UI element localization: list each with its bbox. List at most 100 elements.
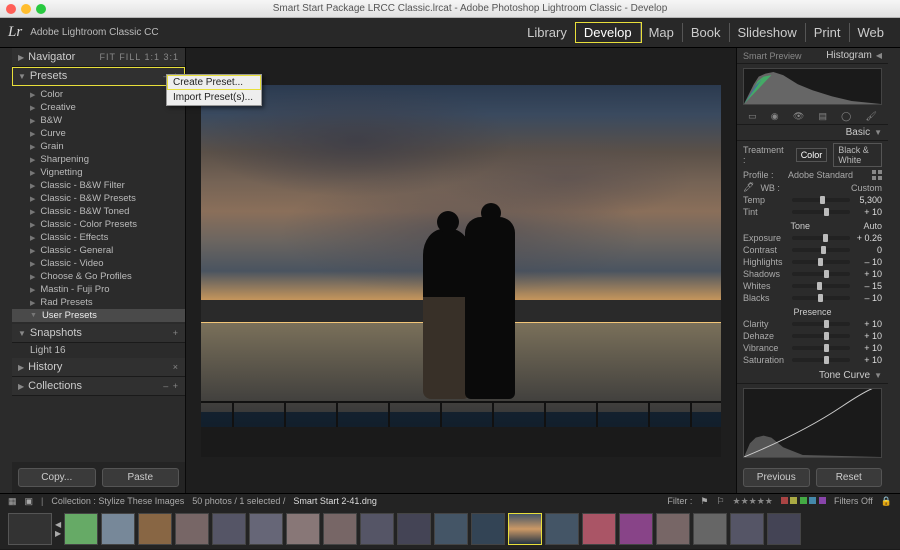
previous-button[interactable]: Previous bbox=[743, 468, 810, 487]
image-preview[interactable] bbox=[201, 85, 721, 457]
color-label-filter[interactable] bbox=[781, 496, 826, 506]
module-map[interactable]: Map bbox=[641, 23, 683, 42]
module-print[interactable]: Print bbox=[806, 23, 850, 42]
import-presets-item[interactable]: Import Preset(s)... bbox=[167, 90, 261, 105]
star-filter-icon[interactable]: ★★★★★ bbox=[733, 496, 773, 507]
history-header[interactable]: History × bbox=[12, 358, 185, 377]
view-mode-1-icon[interactable]: ▦ bbox=[8, 496, 17, 507]
crop-tool-icon[interactable]: ▭ bbox=[748, 111, 757, 122]
preset-folder[interactable]: Classic - Video bbox=[12, 257, 185, 270]
preset-folder[interactable]: Classic - Color Presets bbox=[12, 218, 185, 231]
slider-shadows[interactable]: Shadows+ 10 bbox=[737, 268, 888, 280]
filmstrip[interactable]: ◀▶ bbox=[0, 508, 900, 550]
slider-exposure[interactable]: Exposure+ 0.26 bbox=[737, 232, 888, 244]
preset-folder[interactable]: Classic - B&W Filter bbox=[12, 179, 185, 192]
filmstrip-nav[interactable]: ◀▶ bbox=[55, 521, 61, 538]
snapshot-item[interactable]: Light 16 bbox=[12, 343, 185, 358]
histogram-display[interactable] bbox=[743, 68, 882, 105]
filmstrip-thumb[interactable] bbox=[434, 513, 468, 545]
filmstrip-thumb[interactable] bbox=[545, 513, 579, 545]
filmstrip-thumb[interactable] bbox=[619, 513, 653, 545]
preset-folder[interactable]: Vignetting bbox=[12, 166, 185, 179]
preset-folder[interactable]: Grain bbox=[12, 140, 185, 153]
basic-header[interactable]: Basic ▼ bbox=[737, 125, 888, 141]
treatment-color[interactable]: Color bbox=[796, 148, 828, 162]
preset-folder[interactable]: B&W bbox=[12, 114, 185, 127]
module-book[interactable]: Book bbox=[683, 23, 730, 42]
slider-tint[interactable]: Tint+ 10 bbox=[737, 206, 888, 218]
flag-filter-icon[interactable]: ⚑ bbox=[700, 496, 708, 507]
close-window-icon[interactable] bbox=[6, 4, 16, 14]
slider-whites[interactable]: Whites– 15 bbox=[737, 280, 888, 292]
slider-track[interactable] bbox=[792, 248, 850, 252]
radial-tool-icon[interactable]: ◯ bbox=[841, 111, 851, 122]
slider-blacks[interactable]: Blacks– 10 bbox=[737, 292, 888, 304]
redeye-tool-icon[interactable]: 👁 bbox=[793, 111, 804, 122]
filmstrip-thumb-selected[interactable] bbox=[508, 513, 542, 545]
secondary-display-thumb[interactable] bbox=[8, 513, 52, 545]
paste-button[interactable]: Paste bbox=[102, 468, 180, 487]
histogram-title[interactable]: Histogram bbox=[826, 50, 872, 61]
filmstrip-thumb[interactable] bbox=[656, 513, 690, 545]
reset-button[interactable]: Reset bbox=[816, 468, 883, 487]
module-library[interactable]: Library bbox=[519, 23, 576, 42]
filmstrip-thumb[interactable] bbox=[101, 513, 135, 545]
module-develop[interactable]: Develop bbox=[576, 23, 641, 42]
copy-button[interactable]: Copy... bbox=[18, 468, 96, 487]
slider-clarity[interactable]: Clarity+ 10 bbox=[737, 318, 888, 330]
snapshots-plus[interactable]: + bbox=[173, 328, 179, 338]
left-rail[interactable] bbox=[0, 48, 12, 493]
preset-folder[interactable]: Rad Presets bbox=[12, 296, 185, 309]
filmstrip-thumb[interactable] bbox=[730, 513, 764, 545]
preset-folder[interactable]: Classic - B&W Presets bbox=[12, 192, 185, 205]
presets-header[interactable]: Presets – + bbox=[12, 67, 185, 86]
filter-lock-icon[interactable]: 🔒 bbox=[881, 496, 892, 507]
slider-track[interactable] bbox=[792, 296, 850, 300]
tone-curve-display[interactable] bbox=[743, 388, 882, 458]
slider-track[interactable] bbox=[792, 346, 850, 350]
slider-temp[interactable]: Temp5,300 bbox=[737, 194, 888, 206]
slider-contrast[interactable]: Contrast0 bbox=[737, 244, 888, 256]
collection-label[interactable]: Collection : Stylize These Images bbox=[51, 496, 184, 506]
treatment-bw[interactable]: Black & White bbox=[833, 143, 882, 167]
eyedropper-icon[interactable]: 🖊 bbox=[743, 182, 754, 193]
filmstrip-thumb[interactable] bbox=[138, 513, 172, 545]
slider-track[interactable] bbox=[792, 236, 850, 240]
slider-track[interactable] bbox=[792, 210, 850, 214]
view-mode-2-icon[interactable]: ▣ bbox=[25, 496, 34, 507]
filters-off-label[interactable]: Filters Off bbox=[834, 496, 873, 506]
slider-track[interactable] bbox=[792, 322, 850, 326]
wb-value[interactable]: Custom bbox=[851, 183, 882, 193]
slider-track[interactable] bbox=[792, 198, 850, 202]
filmstrip-thumb[interactable] bbox=[767, 513, 801, 545]
snapshots-header[interactable]: Snapshots + bbox=[12, 324, 185, 343]
preset-folder[interactable]: Classic - General bbox=[12, 244, 185, 257]
collections-plus-minus[interactable]: – + bbox=[163, 381, 179, 391]
filmstrip-thumb[interactable] bbox=[323, 513, 357, 545]
filmstrip-thumb[interactable] bbox=[175, 513, 209, 545]
preset-folder[interactable]: Creative bbox=[12, 101, 185, 114]
profile-row[interactable]: Profile : Adobe Standard bbox=[737, 169, 888, 181]
preset-folder-user[interactable]: User Presets bbox=[12, 309, 185, 322]
slider-saturation[interactable]: Saturation+ 10 bbox=[737, 354, 888, 366]
filmstrip-thumb[interactable] bbox=[397, 513, 431, 545]
preset-folder[interactable]: Mastin - Fuji Pro bbox=[12, 283, 185, 296]
preset-folder[interactable]: Color bbox=[12, 88, 185, 101]
slider-track[interactable] bbox=[792, 358, 850, 362]
collections-header[interactable]: Collections – + bbox=[12, 377, 185, 396]
filmstrip-thumb[interactable] bbox=[360, 513, 394, 545]
filmstrip-thumb[interactable] bbox=[286, 513, 320, 545]
slider-highlights[interactable]: Highlights– 10 bbox=[737, 256, 888, 268]
module-slideshow[interactable]: Slideshow bbox=[730, 23, 806, 42]
tone-curve-header[interactable]: Tone Curve ▼ bbox=[737, 368, 888, 384]
slider-vibrance[interactable]: Vibrance+ 10 bbox=[737, 342, 888, 354]
brush-tool-icon[interactable]: 🖌 bbox=[865, 111, 876, 122]
minimize-window-icon[interactable] bbox=[21, 4, 31, 14]
auto-tone-button[interactable]: Auto bbox=[863, 221, 882, 231]
create-preset-item[interactable]: Create Preset... bbox=[167, 75, 261, 90]
slider-track[interactable] bbox=[792, 260, 850, 264]
gradient-tool-icon[interactable]: ▤ bbox=[818, 111, 827, 122]
flag-filter-icon[interactable]: ⚐ bbox=[716, 496, 724, 507]
preset-folder[interactable]: Curve bbox=[12, 127, 185, 140]
preset-folder[interactable]: Classic - B&W Toned bbox=[12, 205, 185, 218]
